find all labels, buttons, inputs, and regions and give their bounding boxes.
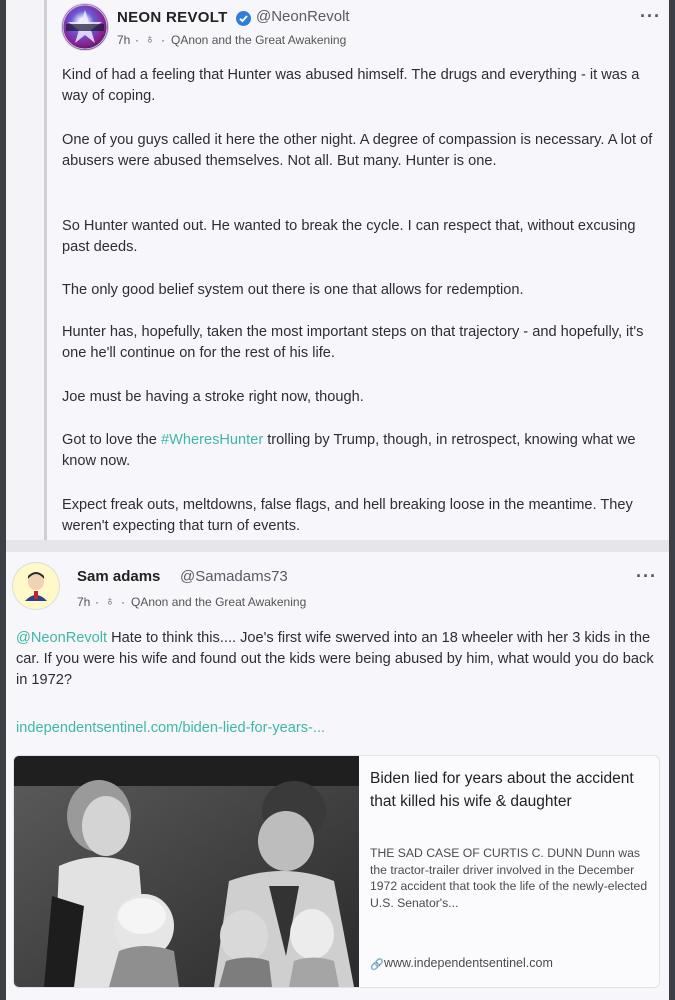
post-text: @NeonRevolt Hate to think this.... Joe's… xyxy=(16,628,661,691)
card-description: THE SAD CASE OF CURTIS C. DUNN Dunn was … xyxy=(370,846,648,910)
post-time[interactable]: 7h xyxy=(117,33,130,47)
card-title[interactable]: Biden lied for years about the accident … xyxy=(370,768,640,813)
post-link[interactable]: independentsentinel.com/biden-lied-for-y… xyxy=(16,720,325,736)
post-paragraph: Joe must be having a stroke right now, t… xyxy=(62,389,364,405)
post-divider xyxy=(6,540,669,552)
more-options-icon[interactable]: ··· xyxy=(640,6,661,27)
hashtag-link[interactable]: #WheresHunter xyxy=(161,432,263,448)
link-preview-card[interactable]: Biden lied for years about the accident … xyxy=(13,755,660,988)
link-icon: 🔗 xyxy=(370,959,384,971)
group-icon: ♁ xyxy=(105,593,115,608)
post-paragraph: Hunter has, hopefully, taken the most im… xyxy=(62,324,644,361)
post-paragraph: One of you guys called it here the other… xyxy=(62,132,653,169)
person-avatar-icon xyxy=(25,572,47,601)
author-handle[interactable]: @NeonRevolt xyxy=(256,8,350,25)
avatar-neonrevolt[interactable] xyxy=(62,4,108,50)
post-paragraph: The only good belief system out there is… xyxy=(62,282,524,298)
meta-separator: · xyxy=(121,595,125,609)
author-name[interactable]: Sam adams xyxy=(77,568,160,585)
thread-line xyxy=(44,0,47,540)
author-name[interactable]: NEON REVOLT xyxy=(117,9,228,26)
author-handle[interactable]: @Samadams73 xyxy=(180,568,288,585)
avatar-samadams[interactable] xyxy=(13,563,59,609)
group-icon: ♁ xyxy=(145,31,155,46)
text-before: Got to love the xyxy=(62,432,161,448)
post-time[interactable]: 7h xyxy=(77,595,90,609)
mention-link[interactable]: @NeonRevolt xyxy=(16,630,107,646)
post-paragraph: Kind of had a feeling that Hunter was ab… xyxy=(62,67,640,104)
post-paragraph: So Hunter wanted out. He wanted to break… xyxy=(62,218,636,255)
verified-badge-icon xyxy=(236,11,251,26)
group-name[interactable]: QAnon and the Great Awakening xyxy=(171,33,346,47)
article-photo xyxy=(14,756,359,987)
meta-separator: · xyxy=(135,33,139,47)
meta-separator: · xyxy=(95,595,99,609)
avatar-star-icon xyxy=(62,4,108,50)
post-body: Hate to think this.... Joe's first wife … xyxy=(16,630,654,688)
group-name[interactable]: QAnon and the Great Awakening xyxy=(131,595,306,609)
post-paragraph-hashtag: Got to love the #WheresHunter trolling b… xyxy=(62,430,667,471)
more-options-icon[interactable]: ··· xyxy=(636,566,657,587)
card-url[interactable]: www.independentsentinel.com xyxy=(384,956,553,970)
meta-separator: · xyxy=(161,33,165,47)
post-paragraph: Expect freak outs, meltdowns, false flag… xyxy=(62,497,633,534)
